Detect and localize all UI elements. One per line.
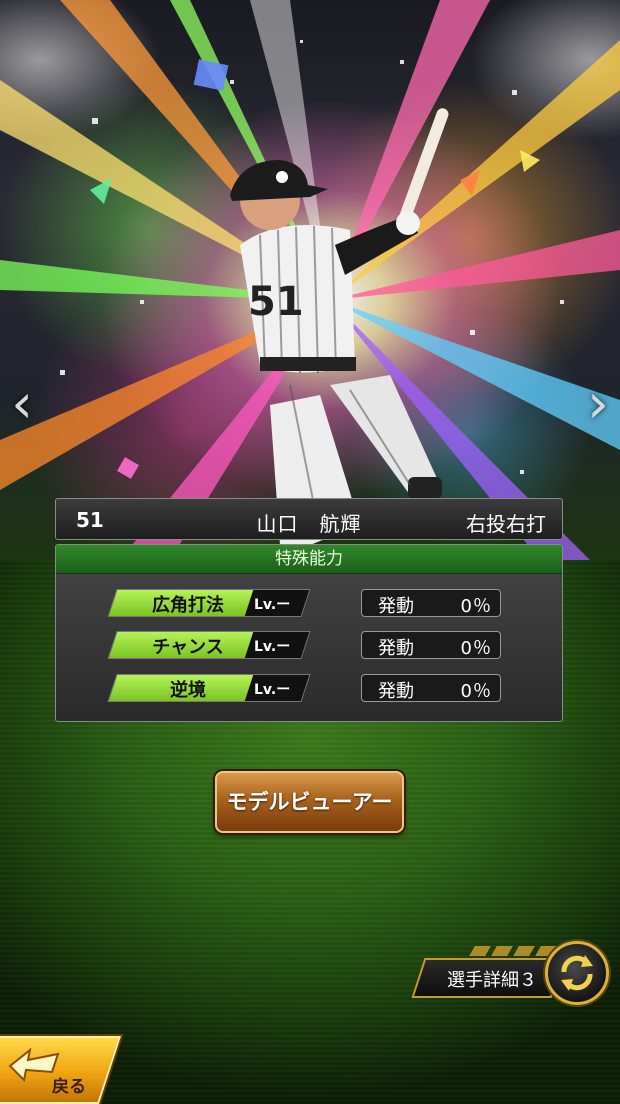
decorative-stripes xyxy=(469,946,559,956)
chevron-right-icon[interactable]: › xyxy=(578,372,618,436)
svg-text:51: 51 xyxy=(248,279,304,325)
switch-arrows-icon[interactable] xyxy=(545,941,609,1005)
chevron-left-icon[interactable]: ‹ xyxy=(2,372,42,436)
ability-name: 広角打法 xyxy=(152,595,224,616)
activation-rate-box: 発動 0％ xyxy=(361,674,501,702)
player-detail-screen: 51 ‹ › 51 山口 航輝 右投右打 特殊能力 広角打法 Lv.ー 発動 0… xyxy=(0,0,620,1104)
ability-name: チャンス xyxy=(152,637,224,658)
panel-title: 特殊能力 xyxy=(56,545,562,574)
special-abilities-panel: 特殊能力 広角打法 Lv.ー 発動 0％ チャンス Lv.ー 発動 0％ 逆境 … xyxy=(55,544,563,722)
activation-rate: 0％ xyxy=(460,596,492,617)
player-image: 51 xyxy=(230,108,449,545)
ability-level: Lv.ー xyxy=(254,639,291,655)
model-viewer-button[interactable]: モデルビューアー xyxy=(215,771,404,833)
player-info-bar: 51 山口 航輝 右投右打 xyxy=(55,498,563,540)
activation-rate: 0％ xyxy=(460,681,492,702)
activation-rate-box: 発動 0％ xyxy=(361,589,501,617)
ability-name: 逆境 xyxy=(170,680,206,701)
back-label[interactable]: 戻る xyxy=(52,1072,86,1097)
player-hero-area: 51 xyxy=(0,0,620,560)
ability-level: Lv.ー xyxy=(254,597,291,613)
ability-row: 広角打法 Lv.ー 発動 0％ xyxy=(56,589,562,619)
ability-row: 逆境 Lv.ー 発動 0％ xyxy=(56,674,562,704)
activation-label: 発動 xyxy=(378,638,414,659)
ability-row: チャンス Lv.ー 発動 0％ xyxy=(56,631,562,661)
ability-level: Lv.ー xyxy=(254,682,291,698)
player-detail-label[interactable]: 選手詳細３ xyxy=(432,966,552,992)
handedness: 右投右打 xyxy=(466,512,546,536)
activation-label: 発動 xyxy=(378,681,414,702)
activation-rate: 0％ xyxy=(460,638,492,659)
activation-rate-box: 発動 0％ xyxy=(361,631,501,659)
activation-label: 発動 xyxy=(378,596,414,617)
